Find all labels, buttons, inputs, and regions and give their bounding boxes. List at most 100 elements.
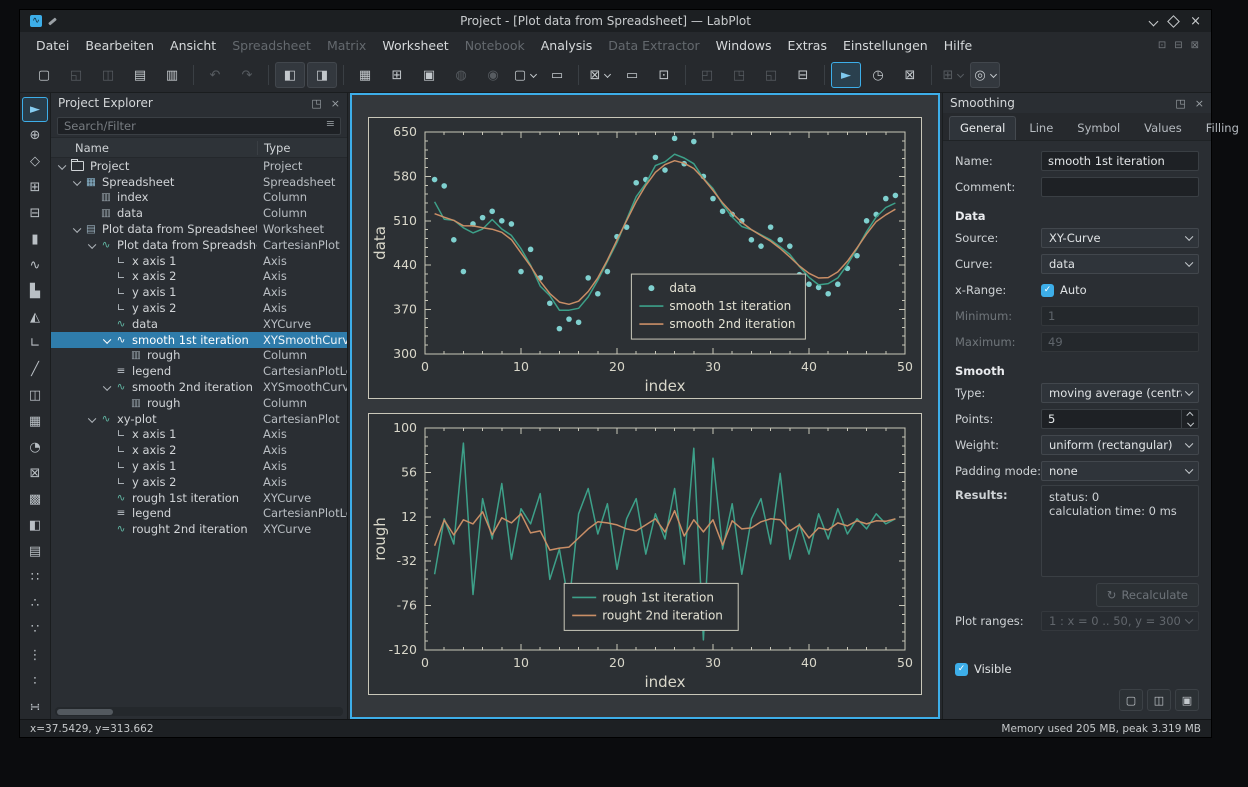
box-plot-tool[interactable]: ◫ (22, 383, 48, 408)
name-input[interactable] (1041, 151, 1199, 171)
column-header-name[interactable]: Name (51, 141, 257, 155)
more-tools[interactable]: ⋮ (22, 643, 48, 668)
menu-analysis[interactable]: Analysis (533, 35, 601, 56)
tree-row-y-axis-1[interactable]: ∟y axis 1Axis (51, 458, 347, 474)
new-project-button[interactable]: ▢ (29, 62, 59, 88)
spin-buttons[interactable] (1181, 410, 1198, 428)
horizontal-scrollbar[interactable] (55, 707, 343, 716)
zoom-tool[interactable]: ◇ (22, 149, 48, 174)
menu-hilfe[interactable]: Hilfe (936, 35, 980, 56)
expand-chevron-icon[interactable] (72, 226, 82, 232)
scatter-tool[interactable]: ∷ (22, 565, 48, 590)
minimize-button[interactable] (1149, 16, 1159, 26)
tree-row-xy-plot[interactable]: ∿xy-plotCartesianPlot (51, 411, 347, 427)
template-new-button[interactable]: ▢ (1119, 689, 1143, 711)
zoom-out-tool[interactable]: ⊟ (22, 201, 48, 226)
import-button[interactable]: ▭ (542, 62, 572, 88)
tree-row-plot-data-from-spreadsheet[interactable]: ▤Plot data from SpreadsheetWorksheet (51, 221, 347, 237)
comment-input[interactable] (1041, 177, 1199, 197)
worksheet-view[interactable]: 01020304050300370440510580650indexdatada… (350, 93, 940, 719)
titlebar-aux-icon-1[interactable]: ⊡ (1158, 40, 1166, 51)
expand-chevron-icon[interactable] (102, 384, 112, 390)
close-panel-icon[interactable]: × (331, 97, 340, 110)
new-spreadsheet-button[interactable]: ▦ (350, 62, 380, 88)
titlebar-aux-icon-2[interactable]: ⊟ (1174, 40, 1182, 51)
tree-row-plot-data-from-spreadsheet[interactable]: ∿Plot data from SpreadsheetCartesianPlot (51, 237, 347, 253)
tab-general[interactable]: General (949, 116, 1016, 140)
visible-checkbox[interactable]: ✓ (955, 663, 968, 676)
menu-einstellungen[interactable]: Einstellungen (835, 35, 936, 56)
new-plot-button[interactable]: ▢ (510, 62, 540, 88)
layout-tool[interactable]: ◧ (22, 513, 48, 538)
float-panel-icon[interactable]: ◳ (311, 97, 321, 110)
tree-row-legend[interactable]: ≡legendCartesianPlotLegend (51, 363, 347, 379)
area-plot-tool[interactable]: ◭ (22, 305, 48, 330)
navigation-tool[interactable]: ⊕ (22, 123, 48, 148)
pie-plot-tool[interactable]: ◔ (22, 435, 48, 460)
points-tool[interactable]: ∶ (22, 669, 48, 694)
new-workbook-button[interactable]: ▣ (414, 62, 444, 88)
pattern-tool[interactable]: ∺ (22, 695, 48, 719)
template-load-button[interactable]: ▣ (1175, 689, 1199, 711)
tree-row-y-axis-2[interactable]: ∟y axis 2Axis (51, 474, 347, 490)
recalculate-button[interactable]: ↻ Recalculate (1096, 583, 1199, 607)
close-button[interactable]: × (1190, 15, 1201, 28)
expand-chevron-icon[interactable] (57, 163, 67, 169)
float-panel-icon[interactable]: ◳ (1175, 97, 1185, 110)
zoom-in-tool[interactable]: ⊞ (22, 175, 48, 200)
xy-curve-tool[interactable]: ∿ (22, 253, 48, 278)
tree-row-y-axis-1[interactable]: ∟y axis 1Axis (51, 284, 347, 300)
toggle-project-explorer-button[interactable]: ◧ (275, 62, 305, 88)
text-label-tool[interactable]: ▮ (22, 227, 48, 252)
weight-combobox[interactable]: uniform (rectangular) (1041, 435, 1199, 455)
tab-values[interactable]: Values (1133, 116, 1193, 140)
zoom-selection-button[interactable]: ⊠ (895, 62, 925, 88)
matrix-tool[interactable]: ⊠ (22, 461, 48, 486)
toggle-properties-button[interactable]: ◨ (307, 62, 337, 88)
tree-row-y-axis-2[interactable]: ∟y axis 2Axis (51, 300, 347, 316)
tree-row-smooth-1st-iteration[interactable]: ∿smooth 1st iterationXYSmoothCurve (51, 332, 347, 348)
maximize-button[interactable] (1167, 15, 1180, 28)
tree-row-x-axis-1[interactable]: ∟x axis 1Axis (51, 253, 347, 269)
tree-row-data[interactable]: ∿dataXYCurve (51, 316, 347, 332)
spreadsheet-tool[interactable]: ▦ (22, 409, 48, 434)
curve-combobox[interactable]: data (1041, 254, 1199, 274)
search-input[interactable] (57, 117, 341, 135)
tree-row-rough[interactable]: ▥roughColumn (51, 395, 347, 411)
presenter-mode-button[interactable]: ◎ (970, 62, 1000, 88)
tree-row-index[interactable]: ▥indexColumn (51, 190, 347, 206)
points-input[interactable] (1042, 410, 1181, 428)
spin-down-icon[interactable] (1187, 420, 1193, 426)
select-cursor-tool[interactable]: ► (22, 97, 48, 122)
menu-ansicht[interactable]: Ansicht (162, 35, 224, 56)
menu-extras[interactable]: Extras (779, 35, 835, 56)
expand-chevron-icon[interactable] (87, 416, 97, 422)
padding-mode-combobox[interactable]: none (1041, 461, 1199, 481)
histogram-tool[interactable]: ▙ (22, 279, 48, 304)
source-combobox[interactable]: XY-Curve (1041, 228, 1199, 248)
arrange-button[interactable]: ⊟ (788, 62, 818, 88)
bubble-tool[interactable]: ∵ (22, 617, 48, 642)
expand-chevron-icon[interactable] (72, 179, 82, 185)
tree-row-legend[interactable]: ≡legendCartesianPlotLegend (51, 506, 347, 522)
scrollbar-thumb[interactable] (57, 709, 113, 715)
tree-row-project[interactable]: ProjectProject (51, 158, 347, 174)
menu-windows[interactable]: Windows (708, 35, 780, 56)
points-spinbox[interactable] (1041, 409, 1199, 429)
column-header-type[interactable]: Type (257, 141, 347, 155)
print-preview-button[interactable]: ▥ (157, 62, 187, 88)
tree-row-data[interactable]: ▥dataColumn (51, 205, 347, 221)
tree-row-x-axis-2[interactable]: ∟x axis 2Axis (51, 442, 347, 458)
heatmap-tool[interactable]: ▩ (22, 487, 48, 512)
menu-datei[interactable]: Datei (28, 35, 77, 56)
tab-line[interactable]: Line (1018, 116, 1064, 140)
tree-row-rough[interactable]: ▥roughColumn (51, 348, 347, 364)
worksheet-tool[interactable]: ▤ (22, 539, 48, 564)
fit-selection-button[interactable]: ⊡ (649, 62, 679, 88)
close-panel-icon[interactable]: × (1195, 97, 1204, 110)
axis-tool[interactable]: ∟ (22, 331, 48, 356)
expand-chevron-icon[interactable] (87, 242, 97, 248)
fit-page-button[interactable]: ▭ (617, 62, 647, 88)
titlebar[interactable]: ∿ Project - [Plot data from Spreadsheet]… (20, 10, 1211, 32)
zoom-mode-button[interactable]: ⊠ (585, 62, 615, 88)
